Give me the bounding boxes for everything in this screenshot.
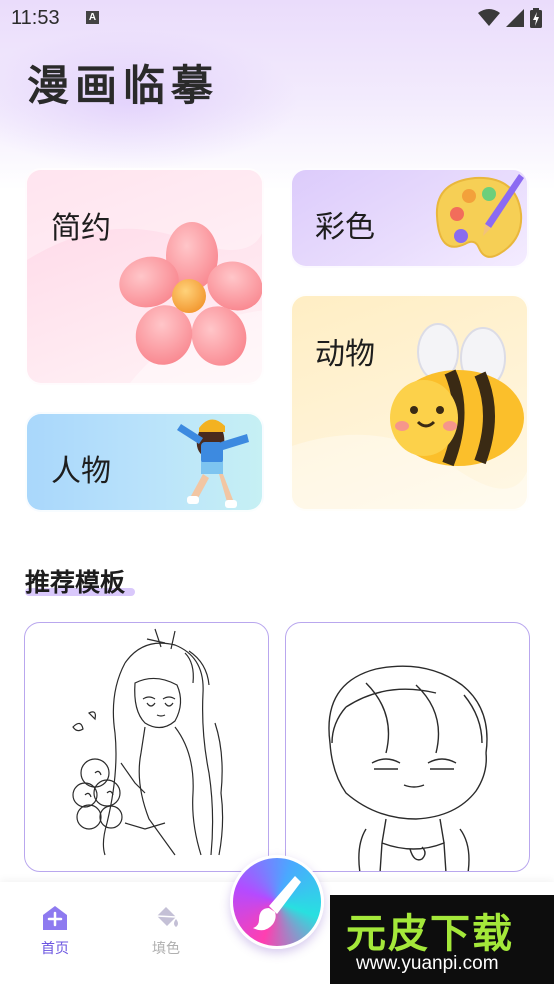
brush-icon bbox=[253, 876, 301, 931]
watermark-url: www.yuanpi.com bbox=[356, 953, 499, 974]
template-card-chibi-boy[interactable] bbox=[285, 622, 530, 872]
category-label: 人物 bbox=[51, 454, 111, 489]
status-time: 11:53 bbox=[11, 7, 60, 29]
anime-girl-sketch bbox=[72, 628, 224, 856]
status-icons bbox=[478, 8, 542, 28]
girl-figure-icon bbox=[177, 419, 249, 508]
nav-label: 填色 bbox=[152, 941, 180, 957]
battery-charging-icon bbox=[530, 8, 542, 28]
watermark-main: 元皮下载 bbox=[346, 911, 514, 957]
category-card-animal[interactable]: 动物 bbox=[290, 294, 529, 511]
category-card-color[interactable]: 彩色 bbox=[290, 168, 529, 268]
nav-label: 首页 bbox=[41, 941, 69, 957]
category-label: 动物 bbox=[315, 337, 375, 372]
palette-icon bbox=[435, 174, 524, 258]
a-icon: A bbox=[86, 11, 99, 24]
chibi-boy-sketch bbox=[328, 665, 488, 871]
bee-icon bbox=[390, 323, 524, 467]
app-title: 漫画临摹 bbox=[27, 61, 220, 110]
category-card-simple[interactable]: 简约 bbox=[25, 168, 264, 385]
category-label: 彩色 bbox=[315, 210, 375, 245]
wifi-icon bbox=[478, 9, 500, 26]
nav-item-fill-color[interactable]: 填色 bbox=[136, 904, 196, 958]
category-label: 简约 bbox=[51, 211, 111, 246]
paint-bucket-icon bbox=[156, 907, 178, 927]
template-card-anime-girl[interactable] bbox=[24, 622, 269, 872]
status-bar: 11:53 A bbox=[0, 0, 554, 36]
signal-icon bbox=[506, 9, 524, 27]
category-card-people[interactable]: 人物 bbox=[25, 412, 264, 512]
home-plus-icon bbox=[43, 906, 67, 930]
nav-item-home[interactable]: 首页 bbox=[25, 904, 85, 958]
watermark: 元皮下载 www.yuanpi.com bbox=[330, 895, 554, 984]
section-title: 推荐模板 bbox=[25, 568, 126, 597]
draw-fab-button[interactable] bbox=[230, 855, 324, 949]
flower-icon bbox=[119, 222, 262, 366]
